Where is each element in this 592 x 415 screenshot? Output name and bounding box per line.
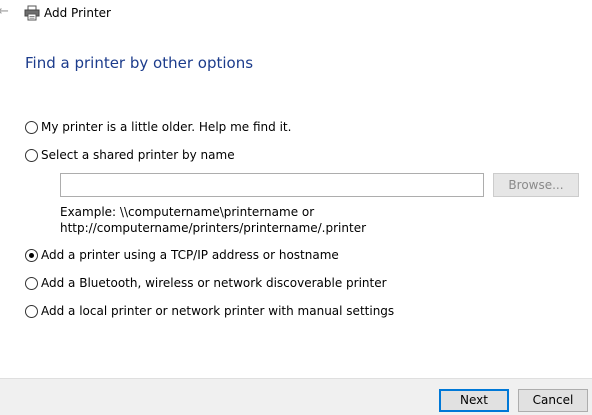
radio-shared-printer[interactable] — [25, 148, 38, 162]
footer-bar: Next Cancel — [0, 378, 592, 415]
browse-button[interactable]: Browse... — [493, 173, 579, 197]
option-older-printer[interactable]: My printer is a little older. Help me fi… — [25, 119, 291, 135]
back-arrow-icon[interactable]: ← — [0, 4, 10, 20]
example-line-2: http://computername/printers/printername… — [60, 221, 367, 235]
option-shared-printer-label: Select a shared printer by name — [41, 148, 235, 162]
page-heading: Find a printer by other options — [25, 54, 254, 72]
cancel-button[interactable]: Cancel — [518, 389, 588, 412]
option-tcp-ip-label: Add a printer using a TCP/IP address or … — [41, 248, 339, 262]
option-older-printer-label: My printer is a little older. Help me fi… — [41, 120, 292, 134]
radio-older-printer[interactable] — [25, 120, 38, 134]
option-shared-printer[interactable]: Select a shared printer by name — [25, 147, 235, 163]
next-button[interactable]: Next — [439, 389, 509, 412]
example-line-1: Example: \\computername\printername or — [60, 205, 315, 219]
option-bluetooth-wireless[interactable]: Add a Bluetooth, wireless or network dis… — [25, 275, 387, 291]
add-printer-window: ← Add Printer Find a printer by other op… — [0, 0, 592, 415]
radio-local-manual[interactable] — [25, 304, 38, 318]
radio-bluetooth-wireless[interactable] — [25, 276, 38, 290]
window-title: Add Printer — [44, 6, 111, 20]
example-text: Example: \\computername\printername or h… — [60, 204, 366, 236]
option-bluetooth-wireless-label: Add a Bluetooth, wireless or network dis… — [41, 276, 387, 290]
option-tcp-ip[interactable]: Add a printer using a TCP/IP address or … — [25, 247, 339, 263]
option-local-manual-label: Add a local printer or network printer w… — [41, 304, 395, 318]
shared-printer-name-input[interactable] — [60, 173, 484, 197]
radio-tcp-ip[interactable] — [25, 248, 38, 262]
printer-icon — [24, 5, 40, 21]
option-local-manual[interactable]: Add a local printer or network printer w… — [25, 303, 394, 319]
